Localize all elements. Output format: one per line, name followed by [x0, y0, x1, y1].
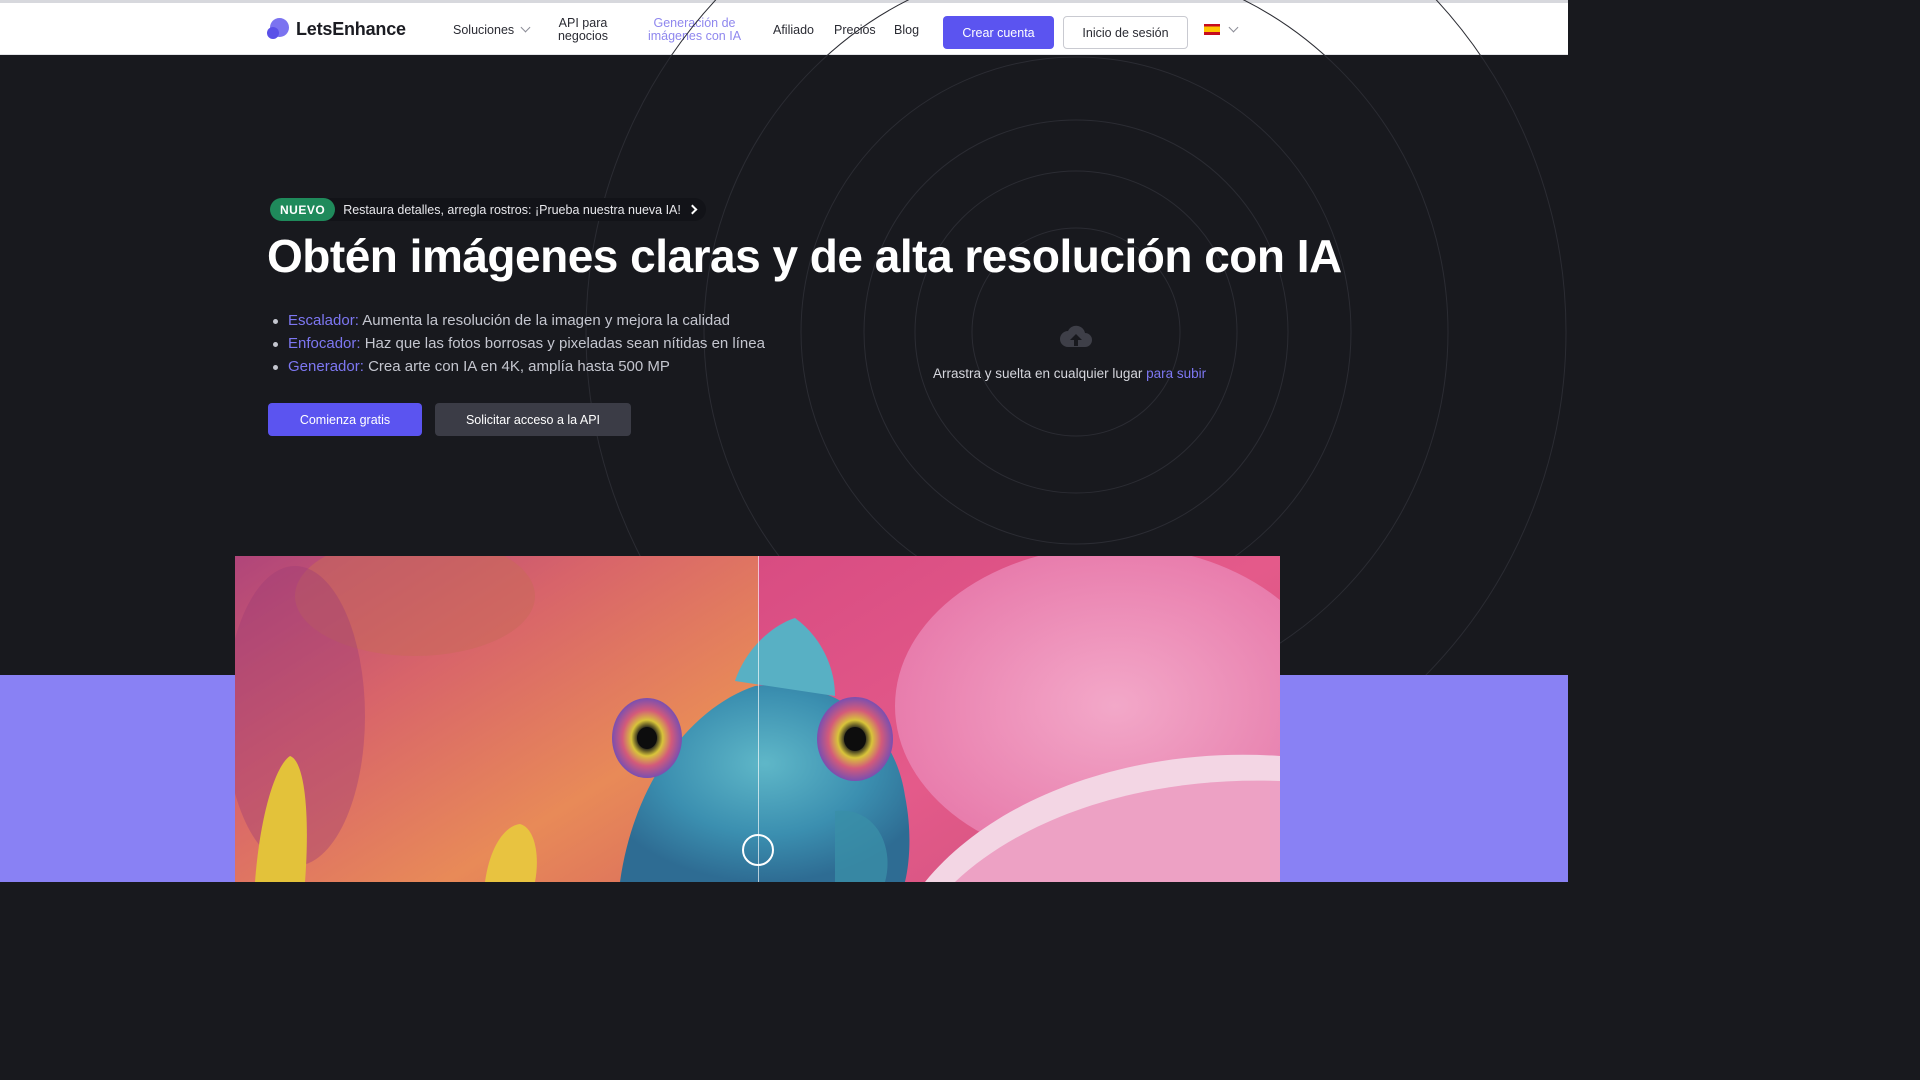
- new-badge: NUEVO: [270, 198, 336, 221]
- upload-link[interactable]: para subir: [1146, 366, 1206, 381]
- comparison-slider-handle[interactable]: [742, 834, 774, 866]
- announcement-text: Restaura detalles, arregla rostros: ¡Pru…: [343, 202, 681, 217]
- feature-text: Aumenta la resolución de la imagen y mej…: [362, 312, 730, 329]
- feature-keyword[interactable]: Generador:: [288, 358, 364, 375]
- feature-item: Enfocador: Haz que las fotos borrosas y …: [273, 332, 765, 355]
- feature-item: Generador: Crea arte con IA en 4K, amplí…: [273, 355, 765, 378]
- cloud-upload-icon[interactable]: [1059, 325, 1093, 354]
- upload-instruction: Arrastra y suelta en cualquier lugar: [933, 366, 1143, 381]
- chevron-right-icon: [687, 204, 698, 215]
- hero-title: Obtén imágenes claras y de alta resoluci…: [267, 230, 1342, 282]
- request-api-access-button[interactable]: Solicitar acceso a la API: [435, 403, 631, 436]
- feature-keyword[interactable]: Escalador:: [288, 312, 359, 329]
- start-free-button[interactable]: Comienza gratis: [268, 403, 422, 436]
- announcement-pill[interactable]: NUEVO Restaura detalles, arregla rostros…: [270, 198, 706, 221]
- feature-text: Haz que las fotos borrosas y pixeladas s…: [364, 335, 765, 352]
- before-after-comparison[interactable]: [235, 556, 1280, 882]
- feature-item: Escalador: Aumenta la resolución de la i…: [273, 309, 765, 332]
- feature-keyword[interactable]: Enfocador:: [288, 335, 361, 352]
- upload-dropzone-text[interactable]: Arrastra y suelta en cualquier lugar par…: [933, 366, 1220, 381]
- feature-text: Crea arte con IA en 4K, amplía hasta 500…: [368, 358, 670, 375]
- feature-list: Escalador: Aumenta la resolución de la i…: [273, 309, 765, 378]
